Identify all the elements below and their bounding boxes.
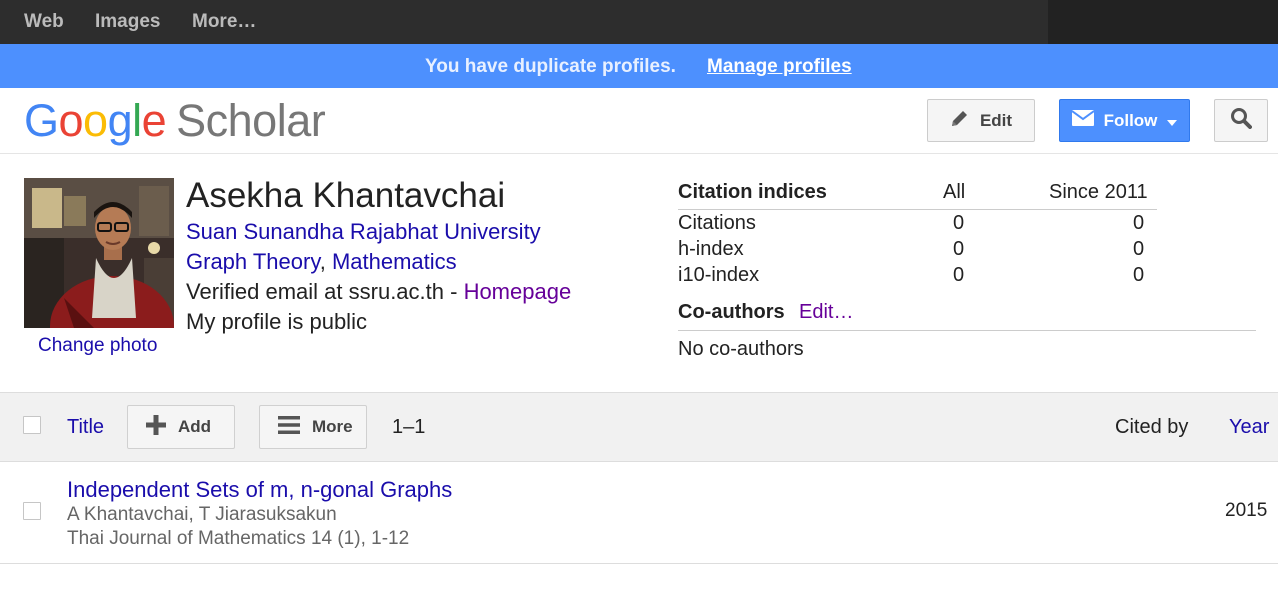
article-authors: A Khantavchai, T Jiarasuksakun xyxy=(67,504,337,525)
research-interests: Graph Theory, Mathematics xyxy=(186,248,457,276)
search-icon xyxy=(1230,107,1252,134)
citation-row-label: h-index xyxy=(678,238,744,260)
citation-row-all: 0 xyxy=(953,264,965,286)
article-venue: Thai Journal of Mathematics 14 (1), 1-12 xyxy=(67,528,410,549)
top-nav-bar: Web Images More… xyxy=(0,0,1278,44)
affiliation-link[interactable]: Suan Sunandha Rajabhat University xyxy=(186,218,541,246)
nav-more[interactable]: More… xyxy=(192,0,256,44)
search-button[interactable] xyxy=(1214,99,1268,142)
profile-visibility: My profile is public xyxy=(186,309,367,334)
citation-row-since: 0 xyxy=(1133,212,1145,234)
profile-photo xyxy=(24,178,174,328)
coauthors-divider xyxy=(678,330,1256,331)
citation-row-all: 0 xyxy=(953,212,965,234)
interest-separator: , xyxy=(319,249,332,274)
citation-row-label: i10-index xyxy=(678,264,760,286)
coauthors-edit-link[interactable]: Edit… xyxy=(799,299,853,325)
sort-by-title-link[interactable]: Title xyxy=(67,414,104,440)
citation-row-all: 0 xyxy=(953,238,965,260)
follow-label: Follow xyxy=(1103,110,1158,130)
profile-name: Asekha Khantavchai xyxy=(186,176,506,215)
article-range: 1–1 xyxy=(392,416,426,438)
edit-label: Edit xyxy=(979,110,1013,130)
citation-since-header: Since 2011 xyxy=(1049,181,1148,203)
coauthors-title: Co-authors xyxy=(678,301,785,323)
no-coauthors-text: No co-authors xyxy=(678,338,804,360)
more-label: More xyxy=(312,417,353,436)
articles-toolbar: Title Add More 1–1 Cited by Year xyxy=(0,392,1278,462)
citation-row-label: Citations xyxy=(678,212,756,234)
add-label: Add xyxy=(178,417,212,436)
article-checkbox[interactable] xyxy=(23,502,41,520)
manage-profiles-link[interactable]: Manage profiles xyxy=(707,44,852,90)
pencil-icon xyxy=(950,108,970,133)
citation-indices-header: Citation indices xyxy=(678,181,827,203)
article-title-link[interactable]: Independent Sets of m, n-gonal Graphs xyxy=(67,476,452,504)
article-year: 2015 xyxy=(1225,500,1268,521)
top-nav-right-area xyxy=(1048,0,1278,44)
cited-by-header: Cited by xyxy=(1115,416,1189,438)
change-photo-link[interactable]: Change photo xyxy=(38,335,157,357)
plus-icon xyxy=(146,414,166,440)
verified-email-line: Verified email at ssru.ac.th - Homepage xyxy=(186,278,571,306)
add-articles-button[interactable]: Add xyxy=(127,405,235,449)
menu-icon xyxy=(278,415,300,440)
citation-row-since: 0 xyxy=(1133,238,1145,260)
duplicate-profiles-notice: You have duplicate profiles. Manage prof… xyxy=(0,44,1278,88)
caret-down-icon xyxy=(1167,111,1178,131)
sort-by-year-link[interactable]: Year xyxy=(1229,414,1269,440)
interest-graph-theory[interactable]: Graph Theory xyxy=(186,249,320,274)
nav-web[interactable]: Web xyxy=(24,0,64,44)
nav-images[interactable]: Images xyxy=(95,0,160,44)
google-scholar-logo[interactable]: Google Scholar xyxy=(24,96,326,146)
edit-profile-button[interactable]: Edit xyxy=(927,99,1035,142)
citation-row-since: 0 xyxy=(1133,264,1145,286)
follow-button[interactable]: Follow xyxy=(1059,99,1190,142)
select-all-checkbox[interactable] xyxy=(23,416,41,434)
interest-mathematics[interactable]: Mathematics xyxy=(332,249,457,274)
scholar-header: Google Scholar Edit Follow xyxy=(0,88,1278,154)
verified-email-text: Verified email at ssru.ac.th - xyxy=(186,279,464,304)
envelope-icon xyxy=(1070,110,1095,131)
notice-text: You have duplicate profiles. xyxy=(425,56,676,77)
article-row-divider xyxy=(0,563,1278,564)
homepage-link[interactable]: Homepage xyxy=(464,279,572,304)
more-actions-button[interactable]: More xyxy=(259,405,367,449)
citation-all-header: All xyxy=(943,181,966,203)
